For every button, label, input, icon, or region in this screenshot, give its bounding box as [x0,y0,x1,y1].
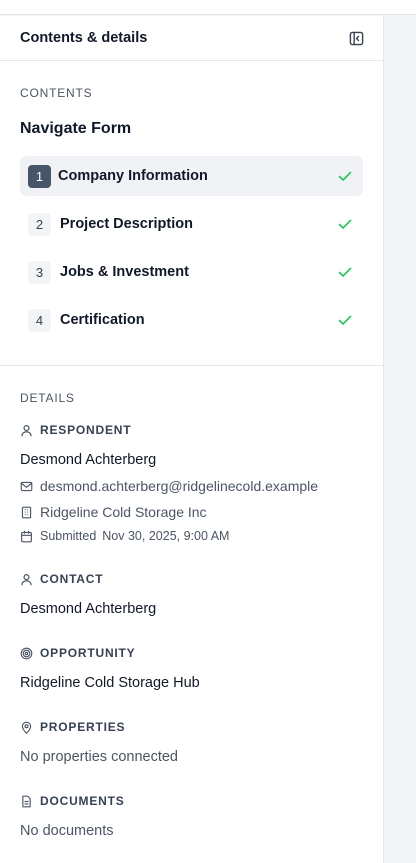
panel-collapse-icon [349,31,363,45]
properties-label: PROPERTIES [40,720,126,734]
opportunity-name[interactable]: Ridgeline Cold Storage Hub [20,675,363,691]
contact-group: CONTACT Desmond Achterberg [20,571,363,617]
respondent-label: RESPONDENT [40,423,132,437]
documents-label: DOCUMENTS [40,794,125,808]
nav-item-label: Project Description [60,216,193,232]
submitted-row: Submitted Nov 30, 2025, 9:00 AM [20,529,363,543]
panel-title: Contents & details [20,30,148,46]
respondent-group: RESPONDENT Desmond Achterberg desmond.ac… [20,422,363,543]
panel-header: Contents & details [0,16,383,61]
opportunity-label: OPPORTUNITY [40,646,136,660]
respondent-email-row: desmond.achterberg@ridgelinecold.example [20,478,363,494]
details-section: DETAILS RESPONDENT Desmond Achterberg de… [0,366,383,839]
opportunity-group: OPPORTUNITY Ridgeline Cold Storage Hub [20,645,363,691]
submitted-label: Submitted [40,529,97,543]
contact-label: CONTACT [40,572,104,586]
nav-item-label: Certification [60,312,145,328]
building-icon [21,506,32,518]
submitted-value: Nov 30, 2025, 9:00 AM [102,529,230,543]
nav-item-jobs-investment[interactable]: 3 Jobs & Investment [20,252,363,292]
top-bar [0,0,416,15]
nav-item-project-description[interactable]: 2 Project Description [20,204,363,244]
contents-section-label: CONTENTS [20,86,93,100]
respondent-email[interactable]: desmond.achterberg@ridgelinecold.example [40,478,318,494]
step-number: 4 [28,308,51,332]
check-icon [338,219,352,229]
properties-empty-text: No properties connected [20,749,178,765]
navigate-form-title: Navigate Form [20,120,132,137]
collapse-panel-button[interactable] [348,30,364,46]
check-icon [338,315,352,325]
target-icon [20,647,33,659]
form-nav-list: 1 Company Information 2 Project Descript… [20,156,363,340]
details-section-label: DETAILS [20,391,75,405]
step-number: 2 [28,212,51,236]
documents-group: DOCUMENTS No documents [20,793,363,839]
mail-icon [20,481,33,491]
nav-item-certification[interactable]: 4 Certification [20,300,363,340]
nav-item-label: Jobs & Investment [60,264,189,280]
step-number: 1 [28,164,51,188]
properties-group: PROPERTIES No properties connected [20,719,363,765]
respondent-company-row: Ridgeline Cold Storage Inc [20,504,363,520]
nav-item-company-information[interactable]: 1 Company Information [20,156,363,196]
documents-empty-text: No documents [20,823,114,839]
step-number: 3 [28,260,51,284]
check-icon [338,171,352,181]
respondent-name: Desmond Achterberg [20,452,157,468]
document-icon [22,795,31,807]
user-icon [21,573,32,585]
contact-name[interactable]: Desmond Achterberg [20,601,363,617]
calendar-icon [21,530,32,542]
nav-item-label: Company Information [58,168,208,184]
contents-section: CONTENTS Navigate Form 1 Company Informa… [0,61,383,366]
check-icon [338,267,352,277]
user-icon [21,424,32,436]
map-pin-icon [21,721,32,734]
contents-details-panel: Contents & details CONTENTS Navigate For… [0,16,384,863]
respondent-company: Ridgeline Cold Storage Inc [40,504,207,520]
